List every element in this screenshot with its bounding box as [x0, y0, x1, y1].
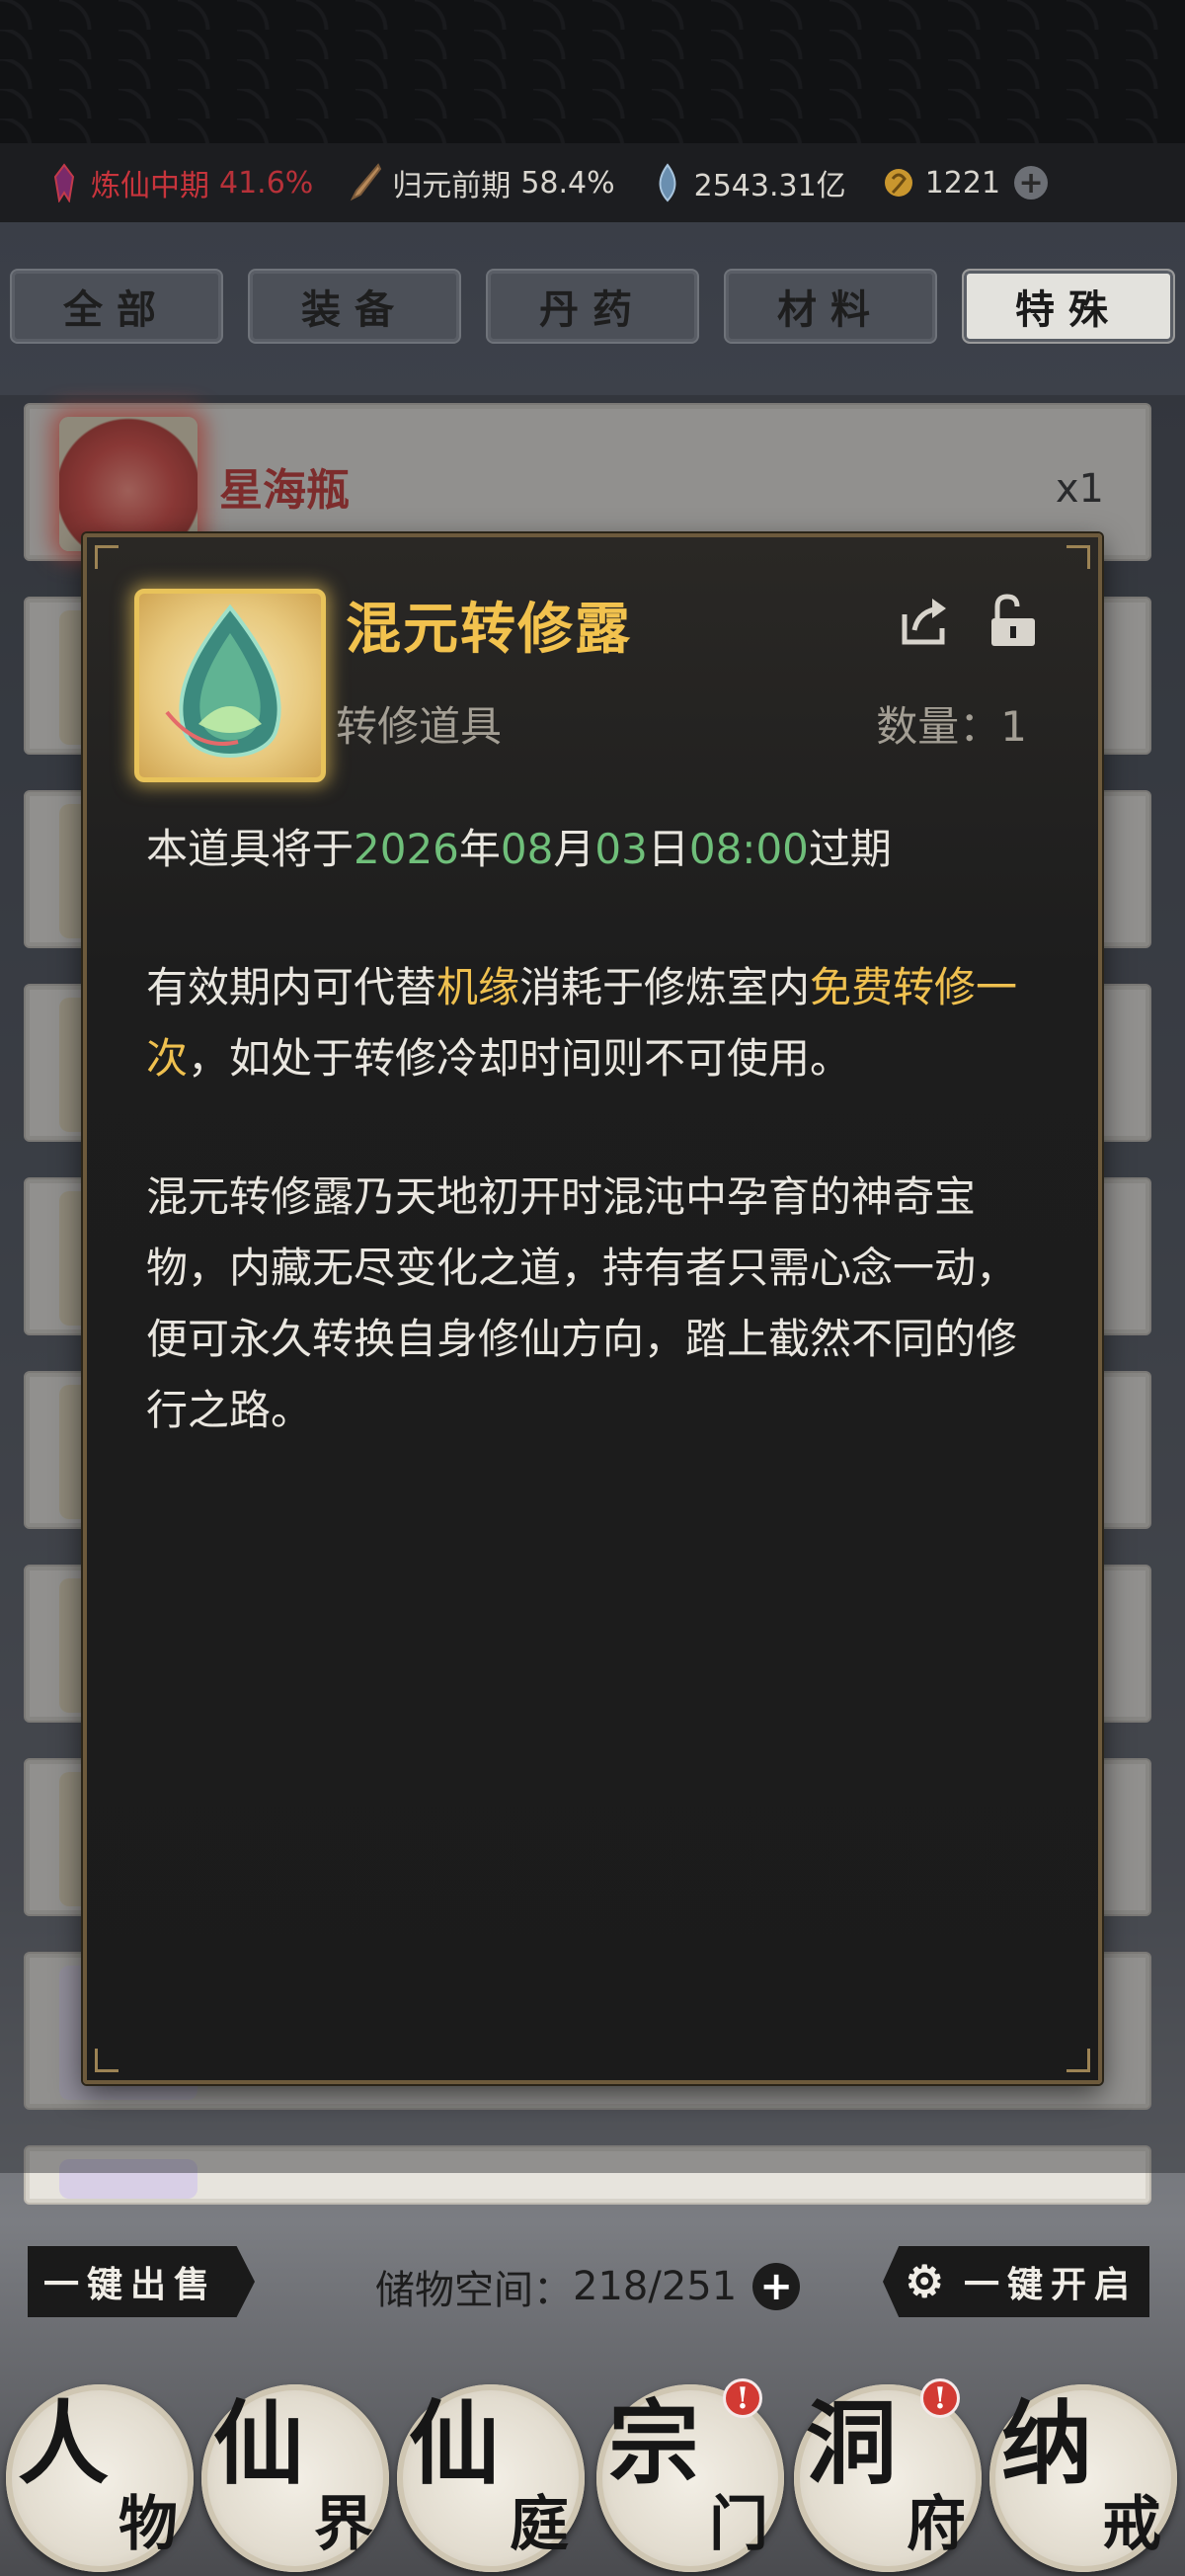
share-icon[interactable] — [899, 595, 952, 648]
storage-space: 储物空间： 218/251 + — [375, 2258, 801, 2315]
gold-value: 1221 — [924, 165, 1001, 201]
expiry-time: 08:00 — [688, 825, 809, 873]
nav-label-main: 仙 — [213, 2390, 305, 2497]
bottom-navigation: 人 物 仙 界 仙 庭 宗 门 ! 洞 府 ! 纳 戒 — [0, 2378, 1185, 2576]
realm-sub-pct: 58.4% — [520, 165, 615, 201]
gear-icon: ⚙ — [905, 2256, 944, 2307]
effect-part: ，如处于转修冷却时间则不可使用。 — [188, 1034, 852, 1083]
nav-label-sub: 物 — [118, 2490, 178, 2559]
storage-value: 218/251 — [573, 2264, 738, 2309]
nav-label-sub: 戒 — [1102, 2490, 1161, 2559]
gold-coin-icon — [884, 169, 912, 197]
spirit-stone-value: 2543.31亿 — [693, 169, 846, 203]
open-all-label: 一键开启 — [963, 2264, 1138, 2305]
realm-main-pct: 41.6% — [219, 165, 314, 201]
nav-label-main: 纳 — [1001, 2390, 1093, 2497]
realm-demon-icon — [53, 163, 75, 202]
corner-ornament — [95, 545, 118, 569]
expiry-suffix: 过期 — [808, 825, 892, 873]
item-title: 混元转修露 — [346, 597, 632, 662]
corner-ornament — [1066, 2049, 1090, 2072]
expiry-day-unit: 日 — [647, 825, 689, 873]
storage-label: 储物空间： — [375, 2268, 573, 2313]
expiry-text: 本道具将于2026年08月03日08:00过期 — [146, 814, 1055, 885]
tab-materials[interactable]: 材料 — [724, 269, 937, 344]
expiry-year: 2026 — [354, 825, 459, 873]
nav-immortal-court[interactable]: 仙 庭 — [397, 2384, 585, 2572]
top-decor-band — [0, 0, 1185, 143]
nav-immortal-realm[interactable]: 仙 界 — [201, 2384, 389, 2572]
nav-sect[interactable]: 宗 门 ! — [596, 2378, 784, 2572]
tab-special[interactable]: 特殊 — [962, 269, 1175, 344]
nav-storage-ring[interactable]: 纳 戒 — [989, 2384, 1177, 2572]
notification-badge: ! — [920, 2378, 960, 2418]
realm-main[interactable]: 炼仙中期 41.6% — [47, 161, 313, 204]
effect-part: 消耗于修炼室内 — [519, 963, 811, 1011]
quantity-label: 数量： — [876, 702, 1001, 751]
nav-character[interactable]: 人 物 — [6, 2384, 194, 2572]
realm-sub-name: 归元前期 — [392, 169, 512, 203]
nav-label-main: 宗 — [608, 2390, 700, 2497]
item-detail-modal: 混元转修露 转修道具 数量：1 本道具将于2026年08月03日08:00过期 … — [83, 533, 1102, 2084]
effect-highlight: 机缘 — [436, 963, 520, 1011]
effect-part: 有效期内可代替 — [146, 963, 437, 1011]
quantity-value: 1 — [1000, 702, 1027, 751]
bottom-action-bar: 一键出售 储物空间： 218/251 + ⚙ 一键开启 — [0, 2242, 1185, 2341]
expiry-year-unit: 年 — [458, 825, 501, 873]
nav-label-main: 人 — [18, 2390, 110, 2497]
realm-sub[interactable]: 归元前期 58.4% — [349, 161, 615, 204]
tab-all[interactable]: 全部 — [10, 269, 223, 344]
expiry-month-unit: 月 — [553, 825, 595, 873]
dewdrop-icon — [165, 604, 281, 758]
corner-ornament — [1066, 545, 1090, 569]
tab-pills[interactable]: 丹药 — [486, 269, 699, 344]
spirit-stone-icon — [659, 163, 676, 202]
effect-text: 有效期内可代替机缘消耗于修炼室内免费转修一次，如处于转修冷却时间则不可使用。 — [146, 952, 1055, 1094]
item-icon — [134, 589, 326, 782]
notification-badge: ! — [723, 2378, 762, 2418]
item-quantity: 数量：1 — [876, 693, 1027, 754]
nav-label-main: 洞 — [806, 2390, 898, 2497]
expiry-prefix: 本道具将于 — [146, 825, 355, 873]
expiry-month: 08 — [500, 825, 554, 873]
lore-text: 混元转修露乃天地初开时混沌中孕育的神奇宝物，内藏无尽变化之道，持有者只需心念一动… — [146, 1172, 1018, 1434]
recharge-plus-button[interactable]: + — [1014, 166, 1049, 201]
open-all-button[interactable]: ⚙ 一键开启 — [883, 2246, 1149, 2317]
item-type: 转修道具 — [336, 702, 503, 751]
nav-label-sub: 门 — [709, 2490, 768, 2559]
category-tabs: 全部 装备 丹药 材料 特殊 — [10, 269, 1175, 344]
nav-label-main: 仙 — [409, 2390, 501, 2497]
tab-equipment[interactable]: 装备 — [248, 269, 461, 344]
sell-all-button[interactable]: 一键出售 — [28, 2246, 255, 2317]
nav-label-sub: 界 — [314, 2490, 373, 2559]
nav-label-sub: 庭 — [510, 2490, 569, 2559]
nav-label-sub: 府 — [907, 2490, 966, 2559]
unlock-icon[interactable] — [986, 593, 1039, 648]
expand-storage-button[interactable]: + — [752, 2263, 801, 2310]
corner-ornament — [95, 2049, 118, 2072]
status-bar: 炼仙中期 41.6% 归元前期 58.4% 2543.31亿 1221 + — [0, 143, 1185, 222]
sword-icon — [351, 163, 382, 201]
spirit-stone-balance[interactable]: 2543.31亿 — [651, 161, 846, 204]
expiry-day: 03 — [594, 825, 648, 873]
realm-main-name: 炼仙中期 — [91, 169, 209, 203]
gold-balance[interactable]: 1221 + — [882, 163, 1049, 202]
nav-cave-dwelling[interactable]: 洞 府 ! — [794, 2378, 982, 2572]
